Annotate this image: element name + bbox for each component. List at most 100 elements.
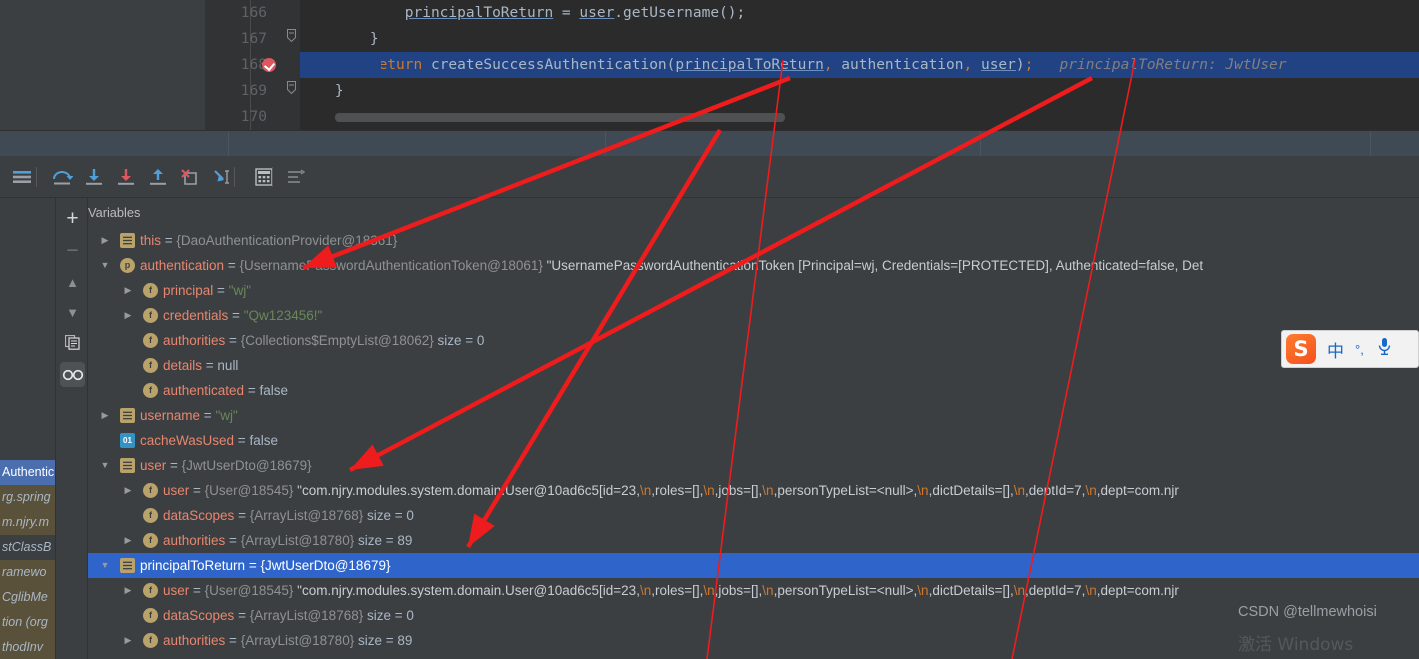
step-into-icon[interactable]	[82, 165, 106, 189]
show-execution-point-icon[interactable]	[10, 165, 34, 189]
variable-row[interactable]: f dataScopes = {ArrayList@18768} size = 0	[88, 603, 1419, 628]
variable-value-part: =	[234, 508, 250, 523]
frame-list-item[interactable]: m.njry.m	[0, 510, 55, 535]
drop-frame-icon[interactable]	[178, 165, 202, 189]
expand-arrow-icon[interactable]: ▶	[121, 528, 135, 553]
add-watch-icon[interactable]: +	[60, 206, 85, 231]
expand-arrow-icon[interactable]: ▶	[98, 228, 112, 253]
collapse-arrow-icon[interactable]: ▼	[98, 553, 112, 578]
variable-row[interactable]: f dataScopes = {ArrayList@18768} size = 0	[88, 503, 1419, 528]
variable-name: authorities	[163, 333, 226, 348]
variables-tree[interactable]: ▶ this = {DaoAuthenticationProvider@18361…	[88, 228, 1419, 653]
variable-text: authorities = {ArrayList@18780} size = 8…	[163, 628, 412, 653]
variable-row[interactable]: ▶ this = {DaoAuthenticationProvider@18361…	[88, 228, 1419, 253]
copy-value-icon[interactable]	[60, 330, 85, 355]
line-number: 168	[240, 57, 267, 73]
code-line[interactable]: return createSuccessAuthentication(princ…	[300, 52, 1419, 78]
inspect-icon[interactable]	[60, 362, 85, 387]
variable-name: this	[140, 233, 162, 248]
mic-icon[interactable]	[1377, 337, 1392, 361]
variables-panel[interactable]: Variables ▶ this = {DaoAuthenticationProv…	[88, 198, 1419, 659]
watches-vertical-toolbar[interactable]: + − ▲ ▼	[55, 198, 88, 659]
variable-row[interactable]: ▶ f credentials = "Qw123456!"	[88, 303, 1419, 328]
field-icon: f	[143, 633, 158, 648]
expand-arrow-icon[interactable]: ▶	[121, 303, 135, 328]
remove-watch-icon[interactable]: −	[60, 238, 85, 263]
variable-text: user = {JwtUserDto@18679}	[140, 453, 312, 478]
frames-list[interactable]: Authentic rg.spring m.njry.m stClassB ramewo…	[0, 460, 55, 659]
variable-name: user	[140, 458, 167, 473]
collapse-arrow-icon[interactable]: ▼	[98, 453, 112, 478]
code-line[interactable]: }	[300, 26, 1419, 52]
code-text-area[interactable]: principalToReturn = user.getUsername(); …	[300, 0, 1419, 130]
tab-divider-1	[228, 131, 229, 157]
variable-row[interactable]: f details = null	[88, 353, 1419, 378]
frame-list-item[interactable]: thodInv	[0, 635, 55, 659]
breakpoint-icon[interactable]	[262, 58, 276, 72]
code-token: createSuccessAuthentication(	[422, 57, 676, 73]
frame-list-item[interactable]: tion (org	[0, 610, 55, 635]
variable-name: user	[163, 483, 190, 498]
frame-list-item[interactable]: Authentic	[0, 460, 55, 485]
variable-row[interactable]: ▼ principalToReturn = {JwtUserDto@18679}	[88, 553, 1419, 578]
variable-row[interactable]: 01 cacheWasUsed = false	[88, 428, 1419, 453]
debugger-toolbar[interactable]	[0, 156, 1419, 198]
sogou-logo-icon[interactable]: S	[1286, 334, 1316, 364]
step-out-icon[interactable]	[146, 165, 170, 189]
ime-punctuation-mode[interactable]: °,	[1355, 342, 1364, 357]
variable-value-part: =	[161, 233, 177, 248]
variable-row[interactable]: ▶ f user = {User@18545} "com.njry.modules.…	[88, 578, 1419, 603]
expand-arrow-icon[interactable]: ▶	[98, 403, 112, 428]
variable-name: cacheWasUsed	[140, 433, 235, 448]
expand-arrow-icon[interactable]: ▶	[121, 628, 135, 653]
variable-text: authentication = {UsernamePasswordAuthen…	[140, 253, 1203, 278]
expand-arrow-icon[interactable]: ▶	[121, 278, 135, 303]
field-icon: f	[143, 483, 158, 498]
variable-row[interactable]: ▼ p authentication = {UsernamePasswordAuth…	[88, 253, 1419, 278]
run-to-cursor-icon[interactable]	[210, 165, 234, 189]
code-line[interactable]: principalToReturn = user.getUsername();	[300, 0, 1419, 26]
frame-list-item[interactable]: ramewo	[0, 560, 55, 585]
code-token: ,	[963, 57, 981, 73]
fold-marker-icon[interactable]	[285, 78, 297, 104]
frame-list-item[interactable]: CglibMe	[0, 585, 55, 610]
field-icon: f	[143, 608, 158, 623]
move-watch-up-icon[interactable]: ▲	[60, 270, 85, 295]
variable-row[interactable]: ▶ username = "wj"	[88, 403, 1419, 428]
sogou-ime-floating-bar[interactable]: S 中 °,	[1281, 330, 1419, 368]
frame-list-item[interactable]: stClassB	[0, 535, 55, 560]
expand-arrow-icon[interactable]: ▶	[121, 478, 135, 503]
variable-row[interactable]: f authorities = {Collections$EmptyList@18…	[88, 328, 1419, 353]
variable-value-part: {ArrayList@18768}	[249, 608, 364, 623]
code-editor[interactable]: principalToReturn = user.getUsername(); …	[0, 0, 1419, 130]
variable-row[interactable]: ▶ f authorities = {ArrayList@18780} size =…	[88, 528, 1419, 553]
variable-value-part: =	[234, 433, 250, 448]
variable-value-part: {User@18545}	[204, 483, 294, 498]
collapse-arrow-icon[interactable]: ▼	[98, 253, 112, 278]
move-watch-down-icon[interactable]: ▼	[60, 300, 85, 325]
variable-row[interactable]: ▶ f user = {User@18545} "com.njry.modules.…	[88, 478, 1419, 503]
force-step-into-icon[interactable]	[114, 165, 138, 189]
variable-value-part: null	[217, 358, 239, 373]
expand-arrow-icon[interactable]: ▶	[121, 578, 135, 603]
variable-row[interactable]: ▶ f authorities = {ArrayList@18780} size =…	[88, 628, 1419, 653]
debug-tab-strip[interactable]	[0, 130, 1419, 157]
fold-marker-icon[interactable]	[285, 26, 297, 52]
variable-value-part: =	[189, 483, 205, 498]
variable-row[interactable]: ▼ user = {JwtUserDto@18679}	[88, 453, 1419, 478]
code-line[interactable]: }	[300, 78, 1419, 104]
csdn-watermark: CSDN @tellmewhoisi	[1238, 604, 1377, 620]
settings-icon[interactable]	[284, 165, 308, 189]
frames-panel[interactable]: Authentic rg.spring m.njry.m stClassB ramewo…	[0, 198, 55, 659]
variable-value-part: {ArrayList@18768}	[249, 508, 364, 523]
variable-value-part: =	[245, 558, 261, 573]
frame-list-item[interactable]: rg.spring	[0, 485, 55, 510]
variable-value-part: size = 0	[433, 333, 485, 348]
code-token: principalToReturn	[675, 57, 824, 73]
variable-row[interactable]: ▶ f principal = "wj"	[88, 278, 1419, 303]
step-over-icon[interactable]	[50, 165, 74, 189]
ime-language-mode[interactable]: 中	[1327, 337, 1344, 362]
variable-name: principal	[163, 283, 214, 298]
variable-row[interactable]: f authenticated = false	[88, 378, 1419, 403]
editor-horizontal-scrollbar[interactable]	[335, 113, 785, 122]
